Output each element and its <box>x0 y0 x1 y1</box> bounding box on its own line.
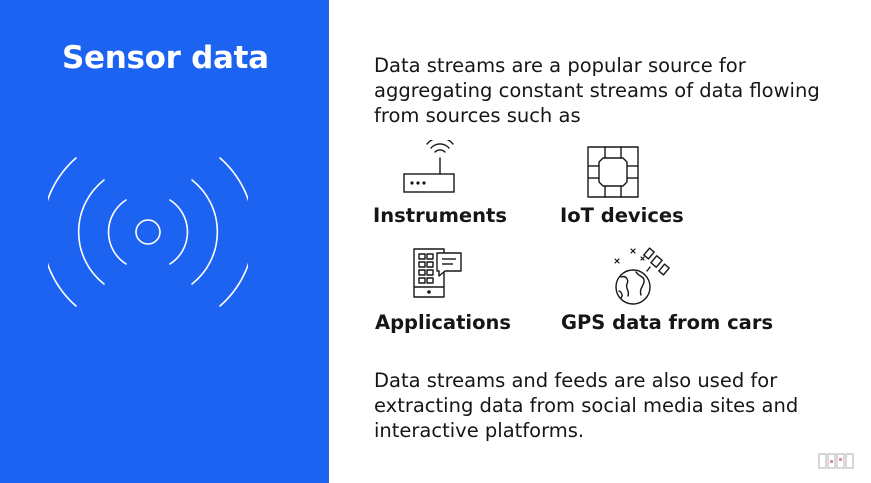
mobile-app-icon <box>413 248 462 298</box>
globe-satellite-icon <box>614 247 670 305</box>
right-panel: Data streams are a popular source for ag… <box>329 0 871 483</box>
source-label: Instruments <box>373 204 507 227</box>
chip-icon <box>587 146 639 198</box>
watermark-logo-icon <box>818 453 854 469</box>
router-icon <box>403 140 455 193</box>
source-label: GPS data from cars <box>561 311 774 334</box>
source-label: Applications <box>375 311 511 334</box>
outro-text: Data streams and feeds are also used for… <box>374 369 799 442</box>
left-panel: Sensor data <box>0 0 329 483</box>
sensor-signal-icon <box>48 157 248 307</box>
slide-title: Sensor data <box>62 40 269 76</box>
intro-text: Data streams are a popular source for ag… <box>374 54 820 127</box>
source-label: IoT devices <box>560 204 684 227</box>
